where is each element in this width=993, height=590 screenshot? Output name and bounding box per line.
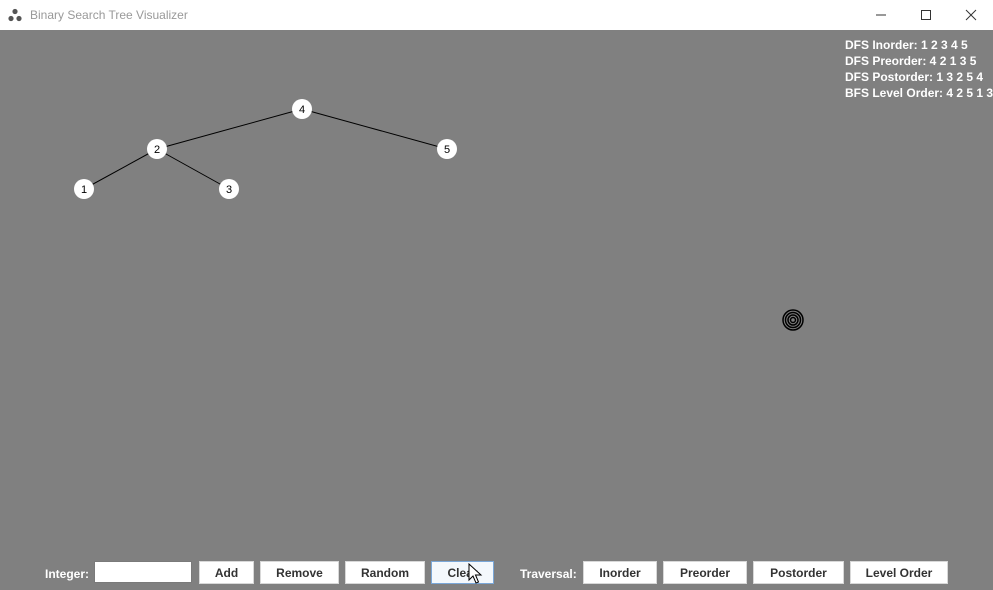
control-toolbar: Integer: Add Remove Random Clear Travers…: [0, 555, 993, 590]
level-order-button[interactable]: Level Order: [850, 561, 948, 584]
bfs-level-order-text: BFS Level Order: 4 2 5 1 3: [845, 86, 993, 100]
edge-4-2: [156, 108, 303, 150]
node-label-4: 4: [299, 104, 305, 116]
tree-canvas[interactable]: 4 2 5 1 3: [0, 30, 993, 555]
node-label-1: 1: [81, 184, 87, 196]
tree-edges: [83, 108, 448, 190]
close-icon: [965, 9, 977, 21]
tree-node-5[interactable]: 5: [437, 139, 457, 159]
random-button[interactable]: Random: [345, 561, 425, 584]
title-bar[interactable]: Binary Search Tree Visualizer: [0, 0, 993, 30]
add-button[interactable]: Add: [199, 561, 254, 584]
close-button[interactable]: [948, 0, 993, 30]
tree-nodes-icon: [8, 8, 22, 22]
inorder-button[interactable]: Inorder: [583, 561, 657, 584]
edge-2-3: [156, 148, 230, 190]
remove-button[interactable]: Remove: [260, 561, 339, 584]
minimize-button[interactable]: [858, 0, 904, 30]
tree-node-1[interactable]: 1: [74, 179, 94, 199]
clear-button[interactable]: Clear: [431, 561, 494, 584]
window-title: Binary Search Tree Visualizer: [30, 8, 188, 22]
dfs-inorder-text: DFS Inorder: 1 2 3 4 5: [845, 38, 968, 52]
busy-spinner-icon: [782, 309, 804, 331]
preorder-button[interactable]: Preorder: [663, 561, 747, 584]
maximize-icon: [921, 10, 931, 20]
tree-node-4[interactable]: 4: [292, 99, 312, 119]
node-label-5: 5: [444, 144, 450, 156]
edge-4-5: [301, 108, 448, 150]
edge-2-1: [83, 148, 158, 190]
dfs-preorder-text: DFS Preorder: 4 2 1 3 5: [845, 54, 977, 68]
tree-node-2[interactable]: 2: [147, 139, 167, 159]
postorder-button[interactable]: Postorder: [753, 561, 844, 584]
mouse-pointer-icon: [468, 563, 483, 584]
integer-label: Integer:: [45, 567, 90, 581]
traversal-label: Traversal:: [520, 567, 577, 581]
app-window: Binary Search Tree Visualizer 4 2 5 1 3 …: [0, 0, 993, 590]
traversal-results: DFS Inorder: 1 2 3 4 5 DFS Preorder: 4 2…: [845, 37, 993, 101]
tree-drawing: 4 2 5 1 3: [74, 99, 457, 199]
dfs-postorder-text: DFS Postorder: 1 3 2 5 4: [845, 70, 984, 84]
minimize-icon: [876, 14, 886, 16]
integer-input[interactable]: [94, 561, 192, 583]
node-label-2: 2: [154, 144, 160, 156]
node-label-3: 3: [226, 184, 232, 196]
tree-node-3[interactable]: 3: [219, 179, 239, 199]
maximize-button[interactable]: [903, 0, 949, 30]
